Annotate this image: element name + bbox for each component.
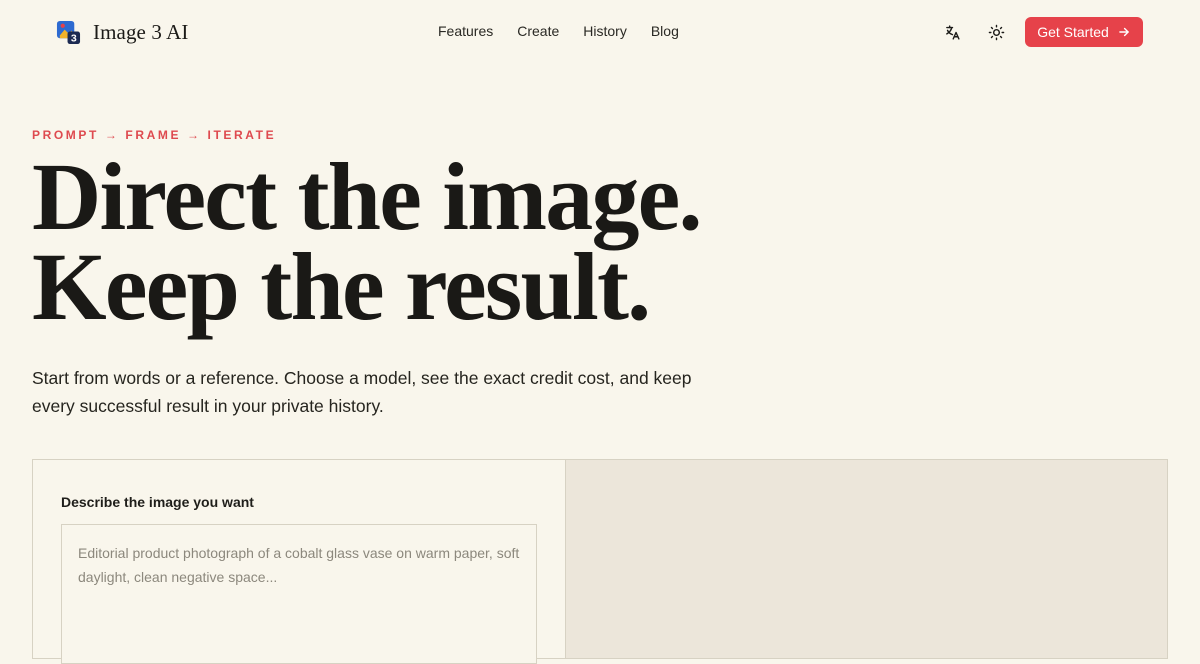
translate-icon (945, 24, 960, 40)
main-nav: Features Create History Blog (438, 23, 679, 39)
sun-icon (988, 24, 1004, 40)
nav-link-features[interactable]: Features (438, 23, 493, 39)
site-header: 3 Image 3 AI Features Create History Blo… (0, 0, 1200, 64)
arrow-right-icon (1119, 27, 1129, 37)
nav-link-create[interactable]: Create (517, 23, 559, 39)
nav-link-history[interactable]: History (583, 23, 627, 39)
image-preview-panel (565, 459, 1168, 659)
nav-link-blog[interactable]: Blog (651, 23, 679, 39)
image-3-logo-icon: 3 (56, 20, 81, 44)
hero-headline: Direct the image. Keep the result. (32, 143, 1032, 340)
headline-line-1: Direct the image. (32, 143, 702, 250)
prompt-label: Describe the image you want (61, 494, 254, 510)
brand-name: Image 3 AI (93, 19, 189, 44)
get-started-button[interactable]: Get Started (1025, 17, 1143, 47)
prompt-input[interactable] (61, 524, 537, 664)
prompt-panel: Describe the image you want (32, 459, 566, 664)
get-started-label: Get Started (1037, 24, 1109, 40)
language-toggle-button[interactable] (940, 20, 964, 44)
hero-eyebrow: PROMPT → FRAME → ITERATE (32, 128, 277, 142)
headline-line-2: Keep the result. (32, 233, 651, 340)
brand-logo[interactable]: 3 Image 3 AI (56, 19, 188, 45)
hero-subtext: Start from words or a reference. Choose … (32, 368, 692, 416)
svg-text:3: 3 (71, 32, 77, 44)
theme-toggle-button[interactable] (984, 20, 1008, 44)
